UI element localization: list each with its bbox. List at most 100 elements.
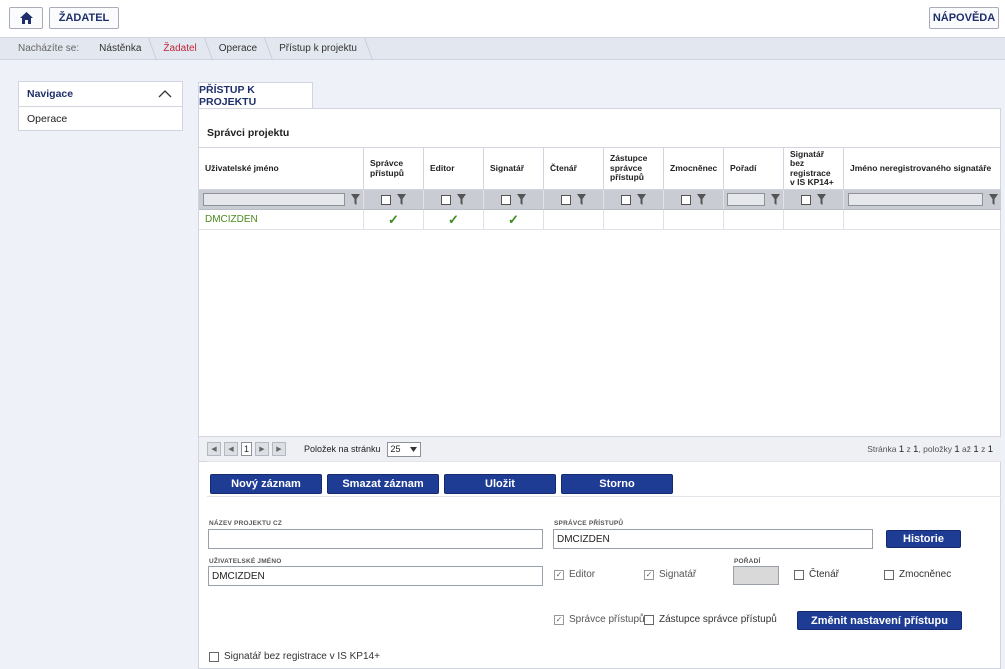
col-header-signatar[interactable]: Signatář — [484, 148, 544, 189]
filter-checkbox[interactable] — [621, 194, 631, 205]
per-page-label: Položek na stránku — [304, 444, 381, 454]
signatar-checkbox[interactable]: ✓ Signatář — [644, 569, 696, 580]
filter-icon[interactable] — [771, 194, 780, 205]
checkbox-checked-icon: ✓ — [554, 614, 564, 625]
cell-deputy — [604, 210, 664, 229]
pager-info-of-2: z — [981, 443, 986, 454]
filter-checkbox[interactable] — [381, 194, 391, 205]
filter-icon[interactable] — [637, 194, 646, 205]
check-icon: ✓ — [448, 211, 459, 227]
filter-icon[interactable] — [397, 194, 406, 205]
next-page-button[interactable]: ▶ — [255, 442, 269, 456]
pager-info: Stránka 1 z 1, položky 1 až 1 z 1 — [867, 444, 993, 455]
filter-input-username[interactable] — [202, 193, 345, 206]
breadcrumb-item-zadatel[interactable]: Žadatel — [153, 38, 208, 60]
check-icon: ✓ — [388, 211, 399, 227]
deputy-checkbox-label: Zástupce správce přístupů — [659, 614, 777, 625]
grid-pager: ◀ ◀ 1 ▶ ▶ Položek na stránku 25 Stránka … — [199, 436, 1001, 462]
navigation-panel: Navigace Operace — [18, 81, 183, 131]
access-admin-checkbox-label: Správce přístupů — [569, 614, 645, 625]
filter-icon[interactable] — [517, 194, 526, 205]
deputy-checkbox[interactable]: Zástupce správce přístupů — [644, 614, 777, 625]
proxy-checkbox-label: Zmocněnec — [899, 569, 952, 580]
order-label: POŘADÍ — [734, 558, 761, 565]
filter-cell-signatar — [484, 190, 544, 209]
filter-checkbox[interactable] — [681, 194, 691, 205]
checkbox-icon — [884, 569, 894, 580]
history-button[interactable]: Historie — [886, 530, 961, 548]
pager-info-of: z — [906, 443, 911, 454]
grid-title: Správci projektu — [207, 127, 290, 139]
page-number-input[interactable]: 1 — [241, 442, 252, 456]
username-input[interactable]: DMCIZDEN — [208, 566, 543, 586]
last-page-button[interactable]: ▶ — [272, 442, 286, 456]
cancel-button[interactable]: Storno — [561, 474, 673, 494]
filter-checkbox[interactable] — [561, 194, 571, 205]
cell-unregistered-name — [844, 210, 1001, 229]
filter-cell-username — [199, 190, 364, 209]
col-header-editor[interactable]: Editor — [424, 148, 484, 189]
cell-proxy — [664, 210, 724, 229]
filter-cell-access-admin — [364, 190, 424, 209]
data-grid: Uživatelské jméno Správce přístupů Edito… — [199, 147, 1001, 230]
filter-icon[interactable] — [350, 194, 360, 205]
order-input[interactable] — [733, 566, 779, 585]
editor-checkbox[interactable]: ✓ Editor — [554, 569, 595, 580]
first-page-button[interactable]: ◀ — [207, 442, 221, 456]
filter-icon[interactable] — [577, 194, 586, 205]
new-record-button[interactable]: Nový záznam — [210, 474, 322, 494]
cell-username: DMCIZDEN — [199, 210, 364, 229]
filter-cell-order — [724, 190, 784, 209]
table-row[interactable]: DMCIZDEN ✓ ✓ ✓ — [199, 210, 1001, 230]
filter-icon[interactable] — [988, 194, 998, 205]
filter-cell-unregistered — [784, 190, 844, 209]
col-header-proxy[interactable]: Zmocněnec — [664, 148, 724, 189]
delete-record-button[interactable]: Smazat záznam — [327, 474, 439, 494]
col-header-reader[interactable]: Čtenář — [544, 148, 604, 189]
col-header-deputy[interactable]: Zástupce správce přístupů — [604, 148, 664, 189]
cell-unregistered — [784, 210, 844, 229]
filter-icon[interactable] — [697, 194, 706, 205]
filter-checkbox[interactable] — [501, 194, 511, 205]
chevron-up-icon[interactable] — [158, 90, 172, 98]
filter-cell-unregistered-name — [844, 190, 1001, 209]
col-header-access-admin[interactable]: Správce přístupů — [364, 148, 424, 189]
filter-checkbox[interactable] — [801, 194, 811, 205]
sidebar-item-operace[interactable]: Operace — [19, 107, 182, 130]
breadcrumb-item-operace[interactable]: Operace — [209, 38, 269, 60]
project-name-input[interactable] — [208, 529, 543, 549]
col-header-order[interactable]: Pořadí — [724, 148, 784, 189]
main-panel: Správci projektu Uživatelské jméno Správ… — [198, 108, 1001, 669]
role-button[interactable]: ŽADATEL — [49, 7, 119, 29]
pager-info-page: 1 — [898, 443, 905, 455]
home-icon — [19, 12, 33, 24]
col-header-unregistered-name[interactable]: Jméno neregistrovaného signatáře — [844, 148, 1001, 189]
change-access-button[interactable]: Změnit nastavení přístupu — [797, 611, 962, 630]
breadcrumb-item-pristup[interactable]: Přístup k projektu — [269, 38, 369, 60]
unregistered-signer-checkbox[interactable]: Signatář bez registrace v IS KP14+ — [209, 651, 380, 662]
navigation-header[interactable]: Navigace — [19, 82, 182, 107]
filter-checkbox[interactable] — [441, 194, 451, 205]
tab-pristup-k-projektu[interactable]: PŘÍSTUP K PROJEKTU — [198, 82, 313, 109]
filter-icon[interactable] — [457, 194, 466, 205]
checkbox-icon — [209, 651, 219, 662]
username-label: UŽIVATELSKÉ JMÉNO — [209, 558, 282, 565]
pager-info-items-label: , položky — [918, 443, 952, 454]
reader-checkbox[interactable]: Čtenář — [794, 569, 839, 580]
proxy-checkbox[interactable]: Zmocněnec — [884, 569, 951, 580]
filter-icon[interactable] — [817, 194, 826, 205]
per-page-select[interactable]: 25 — [386, 441, 421, 457]
cell-reader — [544, 210, 604, 229]
prev-page-button[interactable]: ◀ — [224, 442, 238, 456]
breadcrumb-item-nastenka[interactable]: Nástěnka — [89, 38, 153, 60]
home-button[interactable] — [9, 7, 43, 29]
save-button[interactable]: Uložit — [444, 474, 556, 494]
checkbox-checked-icon: ✓ — [554, 569, 564, 580]
access-admin-input[interactable]: DMCIZDEN — [553, 529, 873, 549]
col-header-unregistered[interactable]: Signatář bez registrace v IS KP14+ — [784, 148, 844, 189]
help-button[interactable]: NÁPOVĚDA — [929, 7, 999, 29]
filter-input-unregistered-name[interactable] — [847, 193, 983, 206]
filter-input-order[interactable] — [727, 193, 765, 206]
access-admin-checkbox[interactable]: ✓ Správce přístupů — [554, 614, 645, 625]
col-header-username[interactable]: Uživatelské jméno — [199, 148, 364, 189]
